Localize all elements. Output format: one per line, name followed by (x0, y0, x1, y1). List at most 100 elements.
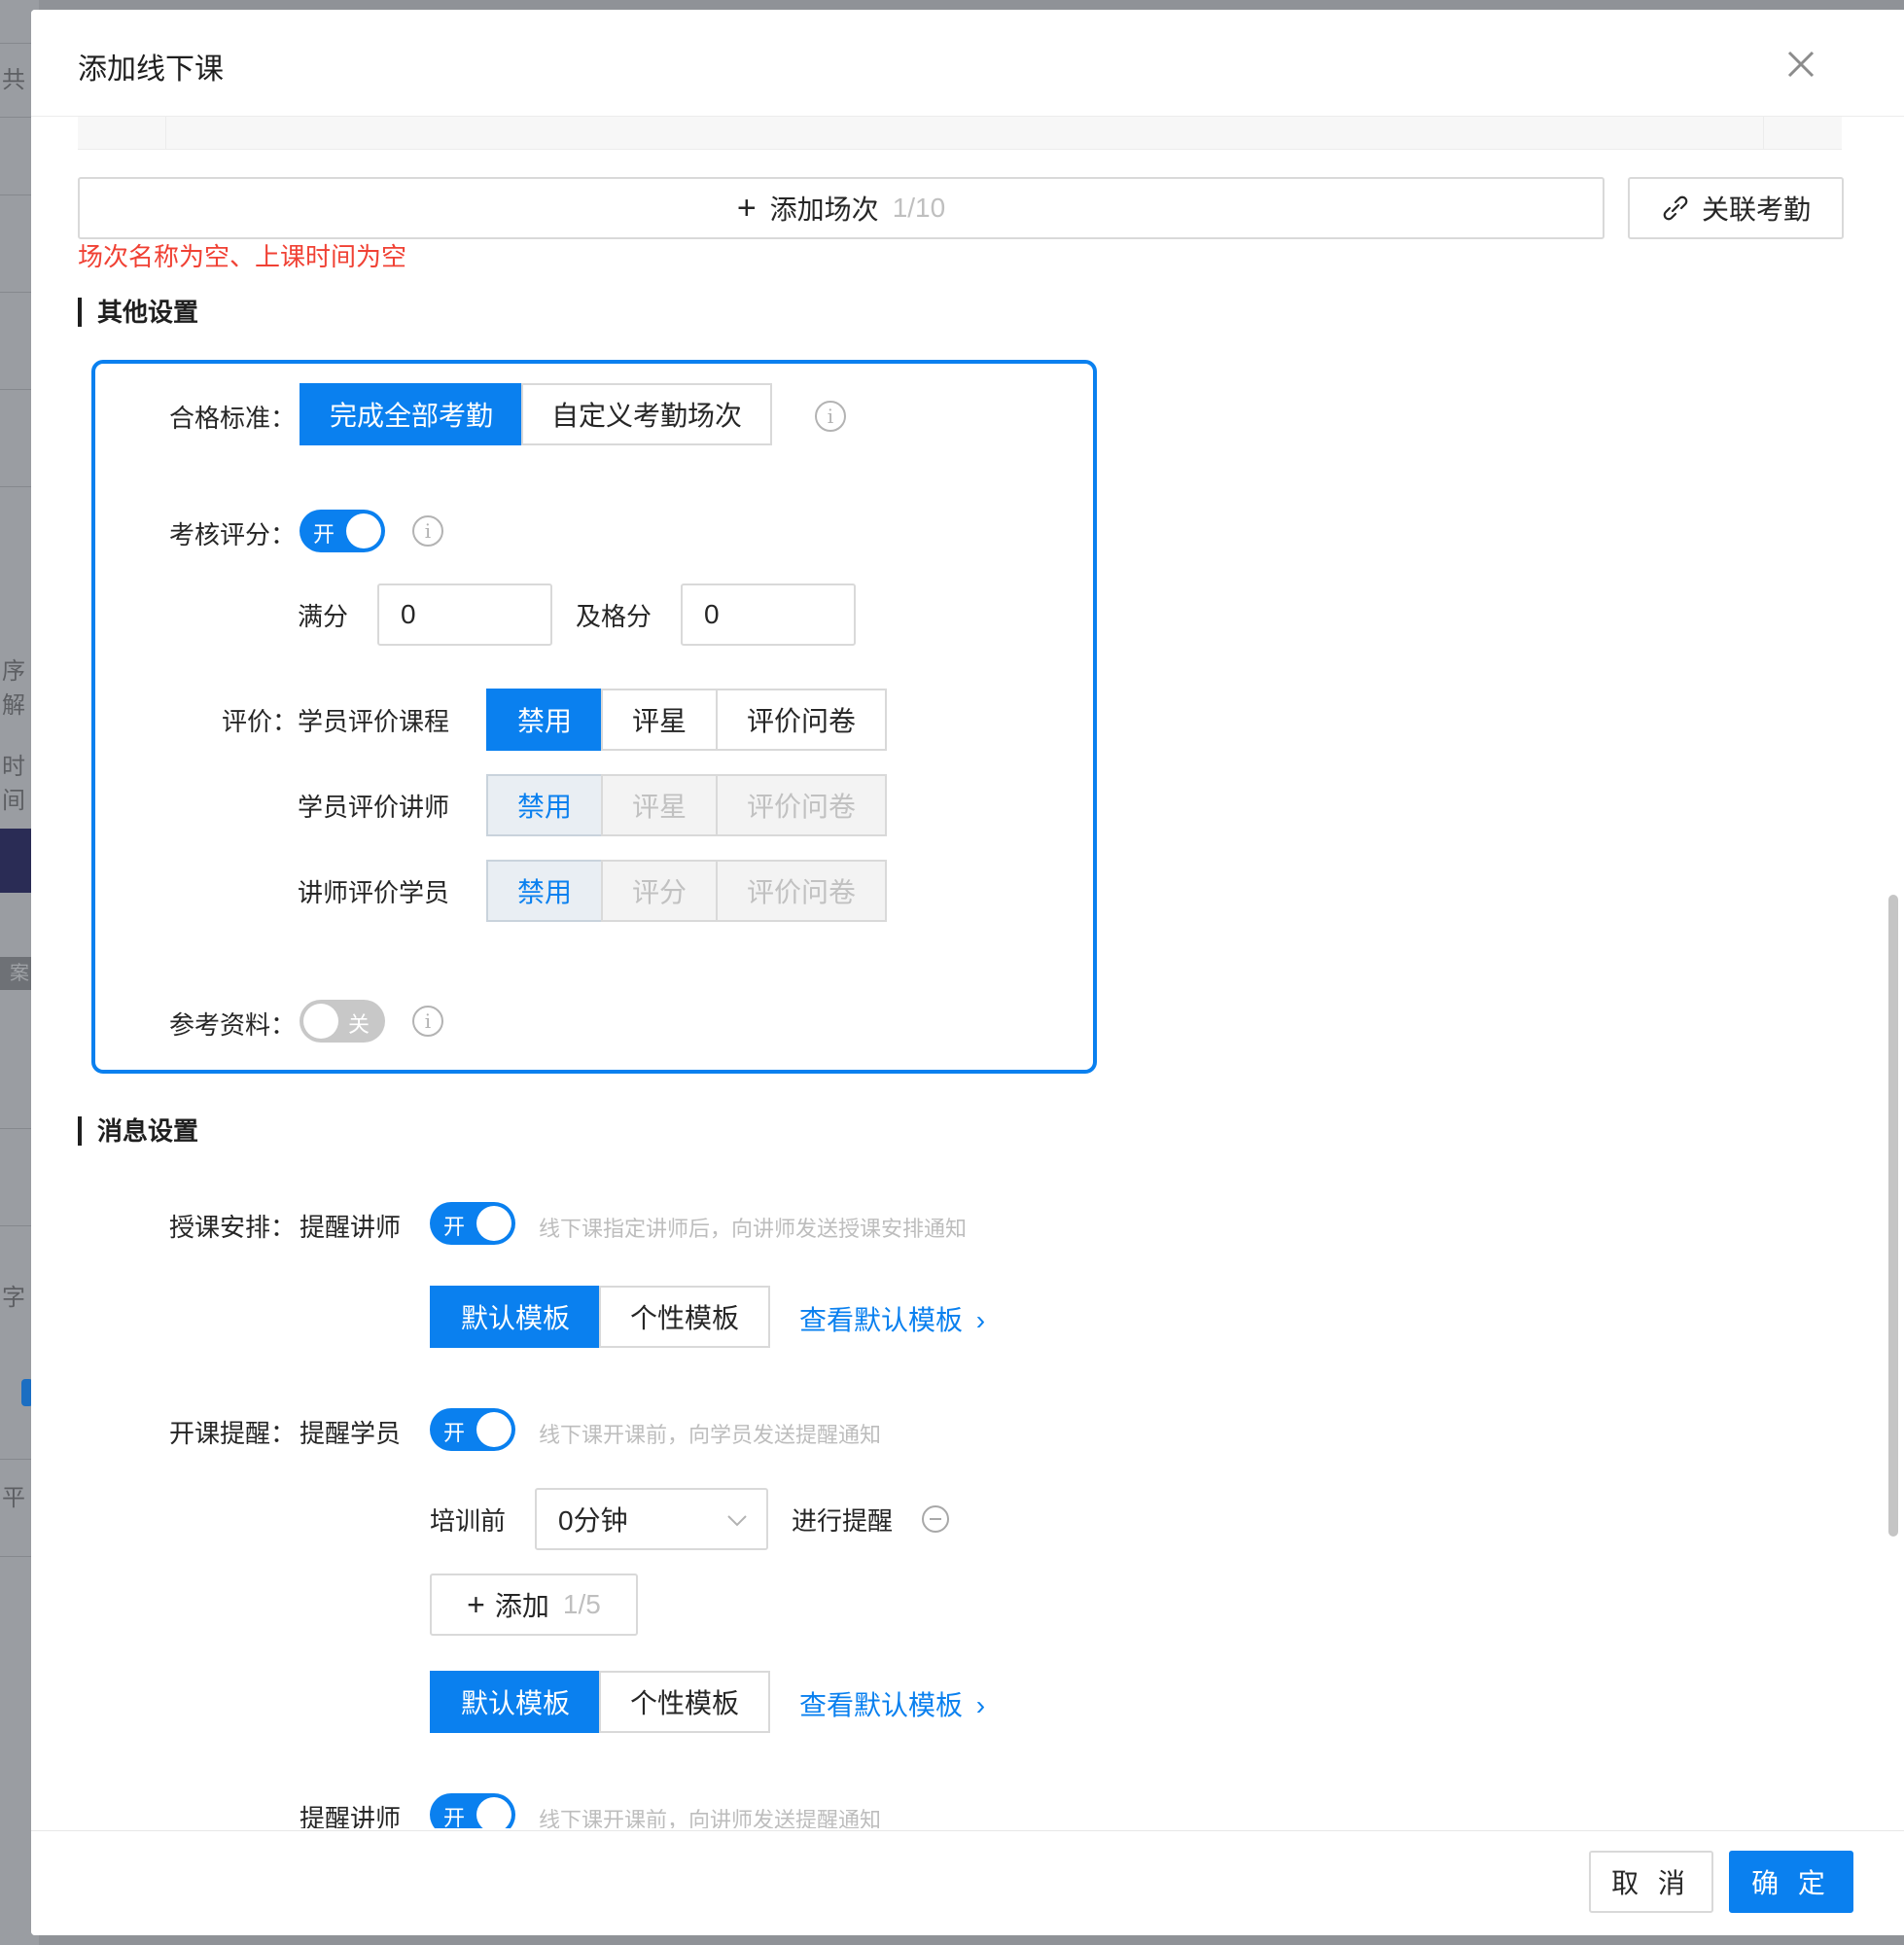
toggle-knob (346, 513, 381, 548)
reminder-time-select[interactable]: 0分钟 (535, 1488, 768, 1550)
add-reminder-button[interactable]: + 添加 1/5 (430, 1574, 638, 1636)
bg-text: 字 (2, 1285, 25, 1311)
link-attendance-button[interactable]: 关联考勤 (1628, 177, 1844, 239)
eval-course-option-survey[interactable]: 评价问卷 (716, 689, 887, 751)
teaching-label: 授课安排： (169, 1213, 297, 1242)
lecturer-reminder-toggle-text: 开 (443, 1806, 466, 1828)
scoring-label: 考核评分： (169, 520, 297, 549)
bg-text: 平 (2, 1485, 25, 1511)
teaching-template-custom[interactable]: 个性模板 (599, 1286, 770, 1348)
chevron-down-icon (725, 1507, 749, 1538)
drawer-header: 添加线下课 (31, 10, 1904, 117)
start-reminder-hint: 线下课开课前，向学员发送提醒通知 (539, 1423, 882, 1447)
other-settings-panel: 合格标准： 完成全部考勤 自定义考勤场次 i 考核评分： 开 i 满分 0 及格… (91, 360, 1097, 1074)
eval-lecturer-option-survey: 评价问卷 (716, 774, 887, 836)
teaching-toggle[interactable]: 开 (430, 1202, 515, 1245)
start-reminder-template-segment: 默认模板 个性模板 (430, 1671, 770, 1733)
pass-standard-option-custom[interactable]: 自定义考勤场次 (521, 383, 772, 445)
bg-thumbnail (0, 829, 33, 893)
bg-text: 共 (2, 67, 25, 93)
add-session-button[interactable]: + 添加场次 1/10 (78, 177, 1604, 239)
scoring-toggle[interactable]: 开 (300, 510, 385, 552)
lecturer-reminder-hint: 线下课开课前，向讲师发送提醒通知 (539, 1808, 882, 1828)
lecturer-reminder-toggle[interactable]: 开 (430, 1793, 515, 1828)
lecturer-reminder-sub-label: 提醒讲师 (300, 1804, 402, 1828)
scrollbar[interactable] (1888, 895, 1898, 1537)
eval-course-segment: 禁用 评星 评价问卷 (486, 689, 887, 751)
cancel-button[interactable]: 取 消 (1589, 1851, 1713, 1913)
eval-student-label: 讲师评价学员 (298, 878, 450, 907)
info-icon[interactable]: i (412, 1006, 443, 1037)
session-table-tail (78, 117, 1842, 150)
pass-standard-label: 合格标准： (169, 404, 297, 433)
other-settings-title: 其他设置 (78, 298, 198, 327)
eval-course-label: 学员评价课程 (298, 707, 450, 736)
teaching-template-segment: 默认模板 个性模板 (430, 1286, 770, 1348)
eval-lecturer-option-star: 评星 (601, 774, 718, 836)
reminder-time-value: 0分钟 (558, 1505, 628, 1536)
link-attendance-label: 关联考勤 (1701, 194, 1811, 225)
close-icon[interactable] (1783, 47, 1818, 82)
eval-student-option-disable: 禁用 (486, 860, 603, 922)
plus-icon: + (736, 190, 757, 227)
toggle-knob (476, 1206, 511, 1241)
eval-course-option-disable[interactable]: 禁用 (486, 689, 603, 751)
eval-lecturer-option-disable: 禁用 (486, 774, 603, 836)
before-training-label: 培训前 (430, 1506, 507, 1536)
scoring-toggle-text: 开 (313, 522, 335, 547)
chevron-right-icon: › (975, 1305, 986, 1335)
teaching-hint: 线下课指定讲师后，向讲师发送授课安排通知 (539, 1217, 968, 1241)
start-reminder-view-template-link[interactable]: 查看默认模板 › (799, 1684, 985, 1723)
drawer-footer: 取 消 确 定 (31, 1830, 1904, 1935)
start-reminder-toggle-text: 开 (443, 1421, 466, 1445)
teaching-template-default[interactable]: 默认模板 (430, 1286, 601, 1348)
eval-course-option-star[interactable]: 评星 (601, 689, 718, 751)
eval-student-segment: 禁用 评分 评价问卷 (486, 860, 887, 922)
toggle-knob (476, 1412, 511, 1447)
start-reminder-sub-label: 提醒学员 (300, 1419, 402, 1448)
start-reminder-label: 开课提醒： (169, 1419, 297, 1448)
teaching-view-template-link[interactable]: 查看默认模板 › (799, 1299, 985, 1338)
start-reminder-template-default[interactable]: 默认模板 (430, 1671, 601, 1733)
teaching-toggle-text: 开 (443, 1215, 466, 1239)
reference-toggle-text: 关 (347, 1012, 370, 1037)
eval-lecturer-segment: 禁用 评星 评价问卷 (486, 774, 887, 836)
add-session-label: 添加场次 (769, 194, 879, 225)
session-error-text: 场次名称为空、上课时间为空 (78, 242, 407, 271)
eval-lecturer-label: 学员评价讲师 (298, 793, 450, 822)
do-remind-label: 进行提醒 (792, 1506, 894, 1536)
start-reminder-toggle[interactable]: 开 (430, 1408, 515, 1451)
pass-standard-option-all[interactable]: 完成全部考勤 (300, 383, 523, 445)
add-offline-course-drawer: 添加线下课 + 添加场次 1/10 关联考勤 场次名称为空、上课时间为空 其他设… (31, 10, 1904, 1935)
teaching-view-template-text: 查看默认模板 (799, 1305, 964, 1335)
info-icon[interactable]: i (412, 515, 443, 547)
message-settings-title: 消息设置 (78, 1116, 198, 1146)
drawer-body[interactable]: + 添加场次 1/10 关联考勤 场次名称为空、上课时间为空 其他设置 合格标准… (31, 117, 1904, 1828)
drawer-title: 添加线下课 (78, 53, 224, 86)
minus-circle-icon[interactable] (922, 1505, 949, 1533)
toggle-knob (476, 1797, 511, 1828)
plus-icon: + (467, 1587, 485, 1622)
eval-student-option-score: 评分 (601, 860, 718, 922)
add-session-count: 1/10 (892, 193, 946, 223)
add-reminder-label: 添加 (494, 1591, 549, 1621)
teaching-sub-label: 提醒讲师 (300, 1213, 402, 1242)
pass-score-input[interactable]: 0 (681, 584, 856, 646)
toggle-knob (303, 1004, 338, 1039)
info-icon[interactable]: i (815, 401, 846, 432)
start-reminder-view-template-text: 查看默认模板 (799, 1690, 964, 1720)
reference-label: 参考资料： (169, 1010, 297, 1040)
link-icon (1661, 194, 1690, 223)
start-reminder-template-custom[interactable]: 个性模板 (599, 1671, 770, 1733)
confirm-button[interactable]: 确 定 (1729, 1851, 1853, 1913)
full-score-label: 满分 (298, 602, 349, 631)
bg-tag: 案 (0, 957, 33, 990)
chevron-right-icon: › (975, 1690, 986, 1720)
pass-score-label: 及格分 (576, 602, 652, 631)
add-reminder-count: 1/5 (562, 1589, 601, 1619)
full-score-input[interactable]: 0 (377, 584, 552, 646)
evaluation-label: 评价： (222, 707, 299, 736)
reference-toggle[interactable]: 关 (300, 1000, 385, 1043)
eval-student-option-survey: 评价问卷 (716, 860, 887, 922)
pass-standard-segment: 完成全部考勤 自定义考勤场次 (300, 383, 772, 445)
